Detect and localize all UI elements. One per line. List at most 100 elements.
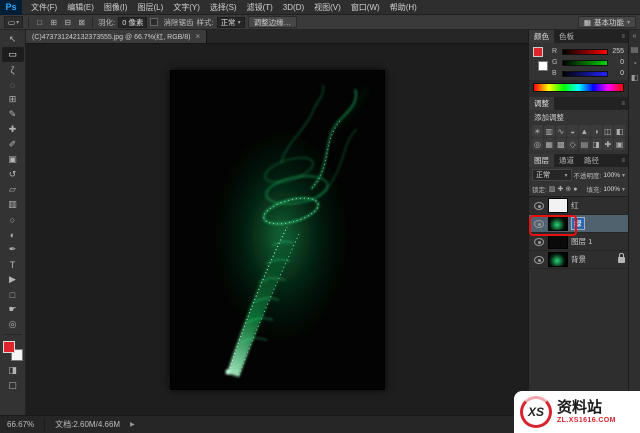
- rectangular-marquee-tool[interactable]: ▭: [2, 47, 24, 62]
- lasso-tool[interactable]: ζ: [2, 62, 24, 77]
- lock-pixels-icon[interactable]: ✚: [557, 185, 563, 193]
- color-spectrum-ramp[interactable]: [533, 83, 624, 92]
- panel-tab[interactable]: 色板: [554, 30, 579, 43]
- document-tab[interactable]: (C)473731242132373555.jpg @ 66.7%(红, RGB…: [26, 30, 207, 43]
- path-selection-tool[interactable]: ▶: [2, 272, 24, 287]
- gradient-map-icon[interactable]: ▣: [614, 138, 625, 150]
- slider-value[interactable]: 0: [611, 70, 624, 77]
- menu-item[interactable]: 窗口(W): [346, 2, 385, 13]
- photo-filter-icon[interactable]: ◎: [532, 138, 543, 150]
- eraser-tool[interactable]: ▱: [2, 182, 24, 197]
- canvas-pasteboard[interactable]: [26, 44, 528, 415]
- layer-row[interactable]: 图层 1: [529, 233, 628, 251]
- tool-preset-picker[interactable]: ▭ ▾: [4, 16, 23, 28]
- color-lookup-icon[interactable]: ▩: [556, 138, 567, 150]
- refine-edge-button[interactable]: 调整边缘…: [248, 16, 298, 28]
- subtract-selection-icon[interactable]: ⊟: [62, 17, 73, 28]
- menu-item[interactable]: 文字(Y): [168, 2, 205, 13]
- layer-name[interactable]: 绿: [571, 217, 585, 230]
- quick-mask-button[interactable]: ◨: [2, 363, 24, 378]
- pen-tool[interactable]: ✒: [2, 242, 24, 257]
- panel-menu-icon[interactable]: ≡: [579, 30, 628, 43]
- panel-tab[interactable]: 通道: [554, 154, 579, 167]
- foreground-color-swatch[interactable]: [533, 47, 543, 57]
- blur-tool[interactable]: ○: [2, 212, 24, 227]
- lock-position-icon[interactable]: ⊕: [565, 185, 571, 193]
- menu-item[interactable]: 帮助(H): [385, 2, 422, 13]
- status-options-arrow[interactable]: ▶: [130, 421, 135, 428]
- menu-item[interactable]: 3D(D): [278, 3, 309, 12]
- invert-icon[interactable]: ◇: [567, 138, 578, 150]
- panel-menu-icon[interactable]: ≡: [604, 154, 628, 167]
- dodge-tool[interactable]: ◐: [2, 227, 24, 242]
- levels-icon[interactable]: ▥: [544, 125, 555, 137]
- color-slider-track[interactable]: [562, 60, 608, 66]
- layer-row[interactable]: 红: [529, 197, 628, 215]
- exposure-icon[interactable]: ◒: [567, 125, 578, 137]
- vibrance-icon[interactable]: ▲: [579, 125, 590, 137]
- canvas-image[interactable]: [170, 70, 385, 390]
- hand-tool[interactable]: ☛: [2, 302, 24, 317]
- eyedropper-tool[interactable]: ✎: [2, 107, 24, 122]
- antialias-checkbox[interactable]: [150, 18, 158, 26]
- layer-name[interactable]: 背景: [571, 254, 586, 265]
- opacity-value[interactable]: 100%: [603, 172, 620, 179]
- panel-tab[interactable]: 路径: [579, 154, 604, 167]
- add-selection-icon[interactable]: ⊞: [48, 17, 59, 28]
- move-tool[interactable]: ↖: [2, 32, 24, 47]
- visibility-toggle[interactable]: [532, 238, 545, 246]
- menu-item[interactable]: 选择(S): [205, 2, 242, 13]
- layer-name[interactable]: 图层 1: [571, 236, 592, 247]
- brush-tool[interactable]: ✐: [2, 137, 24, 152]
- layer-name[interactable]: 红: [571, 200, 579, 211]
- collapse-dock-icon[interactable]: «: [633, 33, 637, 40]
- crop-tool[interactable]: ⊞: [2, 92, 24, 107]
- menu-item[interactable]: 文件(F): [26, 2, 62, 13]
- blend-mode-select[interactable]: 正常 ▾: [532, 169, 572, 181]
- menu-item[interactable]: 图层(L): [132, 2, 168, 13]
- quick-selection-tool[interactable]: ◌: [2, 77, 24, 92]
- background-color-swatch[interactable]: [538, 61, 548, 71]
- threshold-icon[interactable]: ◨: [591, 138, 602, 150]
- posterize-icon[interactable]: ▤: [579, 138, 590, 150]
- color-slider-track[interactable]: [562, 71, 608, 77]
- fill-value[interactable]: 100%: [603, 186, 620, 193]
- visibility-toggle[interactable]: [532, 220, 545, 228]
- brightness-contrast-icon[interactable]: ☀: [532, 125, 543, 137]
- selective-color-icon[interactable]: ✚: [603, 138, 614, 150]
- type-tool[interactable]: T: [2, 257, 24, 272]
- intersect-selection-icon[interactable]: ⊠: [76, 17, 87, 28]
- shape-tool[interactable]: □: [2, 287, 24, 302]
- foreground-color-swatch[interactable]: [3, 341, 15, 353]
- visibility-toggle[interactable]: [532, 202, 545, 210]
- slider-value[interactable]: 0: [611, 59, 624, 66]
- zoom-tool[interactable]: ◎: [2, 317, 24, 332]
- lock-all-icon[interactable]: ●: [573, 186, 577, 193]
- screen-mode-button[interactable]: ▢: [2, 378, 24, 393]
- curves-icon[interactable]: ∿: [556, 125, 567, 137]
- menu-item[interactable]: 图像(I): [99, 2, 133, 13]
- panel-menu-icon[interactable]: ≡: [554, 97, 628, 110]
- collapsed-panel-info-icon[interactable]: ◧: [631, 73, 639, 82]
- layer-thumbnail[interactable]: [548, 252, 568, 267]
- visibility-toggle[interactable]: [532, 256, 545, 264]
- color-balance-icon[interactable]: ◫: [603, 125, 614, 137]
- tab-adjustments[interactable]: 调整: [529, 97, 554, 110]
- new-selection-icon[interactable]: □: [34, 17, 45, 28]
- zoom-level-field[interactable]: 66.67%: [7, 420, 34, 429]
- gradient-tool[interactable]: ▥: [2, 197, 24, 212]
- layer-thumbnail[interactable]: [548, 234, 568, 249]
- color-slider-track[interactable]: [562, 49, 608, 55]
- workspace-switcher[interactable]: ▦ 基本功能 ▾: [578, 16, 636, 28]
- hue-saturation-icon[interactable]: ◑: [591, 125, 602, 137]
- slider-value[interactable]: 255: [611, 48, 624, 55]
- menu-item[interactable]: 滤镜(T): [242, 2, 278, 13]
- black-white-icon[interactable]: ◧: [614, 125, 625, 137]
- collapsed-panel-properties-icon[interactable]: ◔: [632, 59, 637, 68]
- feather-input[interactable]: 0 像素: [118, 17, 147, 28]
- panel-tab[interactable]: 颜色: [529, 30, 554, 43]
- panel-tab[interactable]: 图层: [529, 154, 554, 167]
- spot-healing-brush-tool[interactable]: ✚: [2, 122, 24, 137]
- lock-transparency-icon[interactable]: ▨: [549, 185, 556, 193]
- layer-thumbnail[interactable]: [548, 198, 568, 213]
